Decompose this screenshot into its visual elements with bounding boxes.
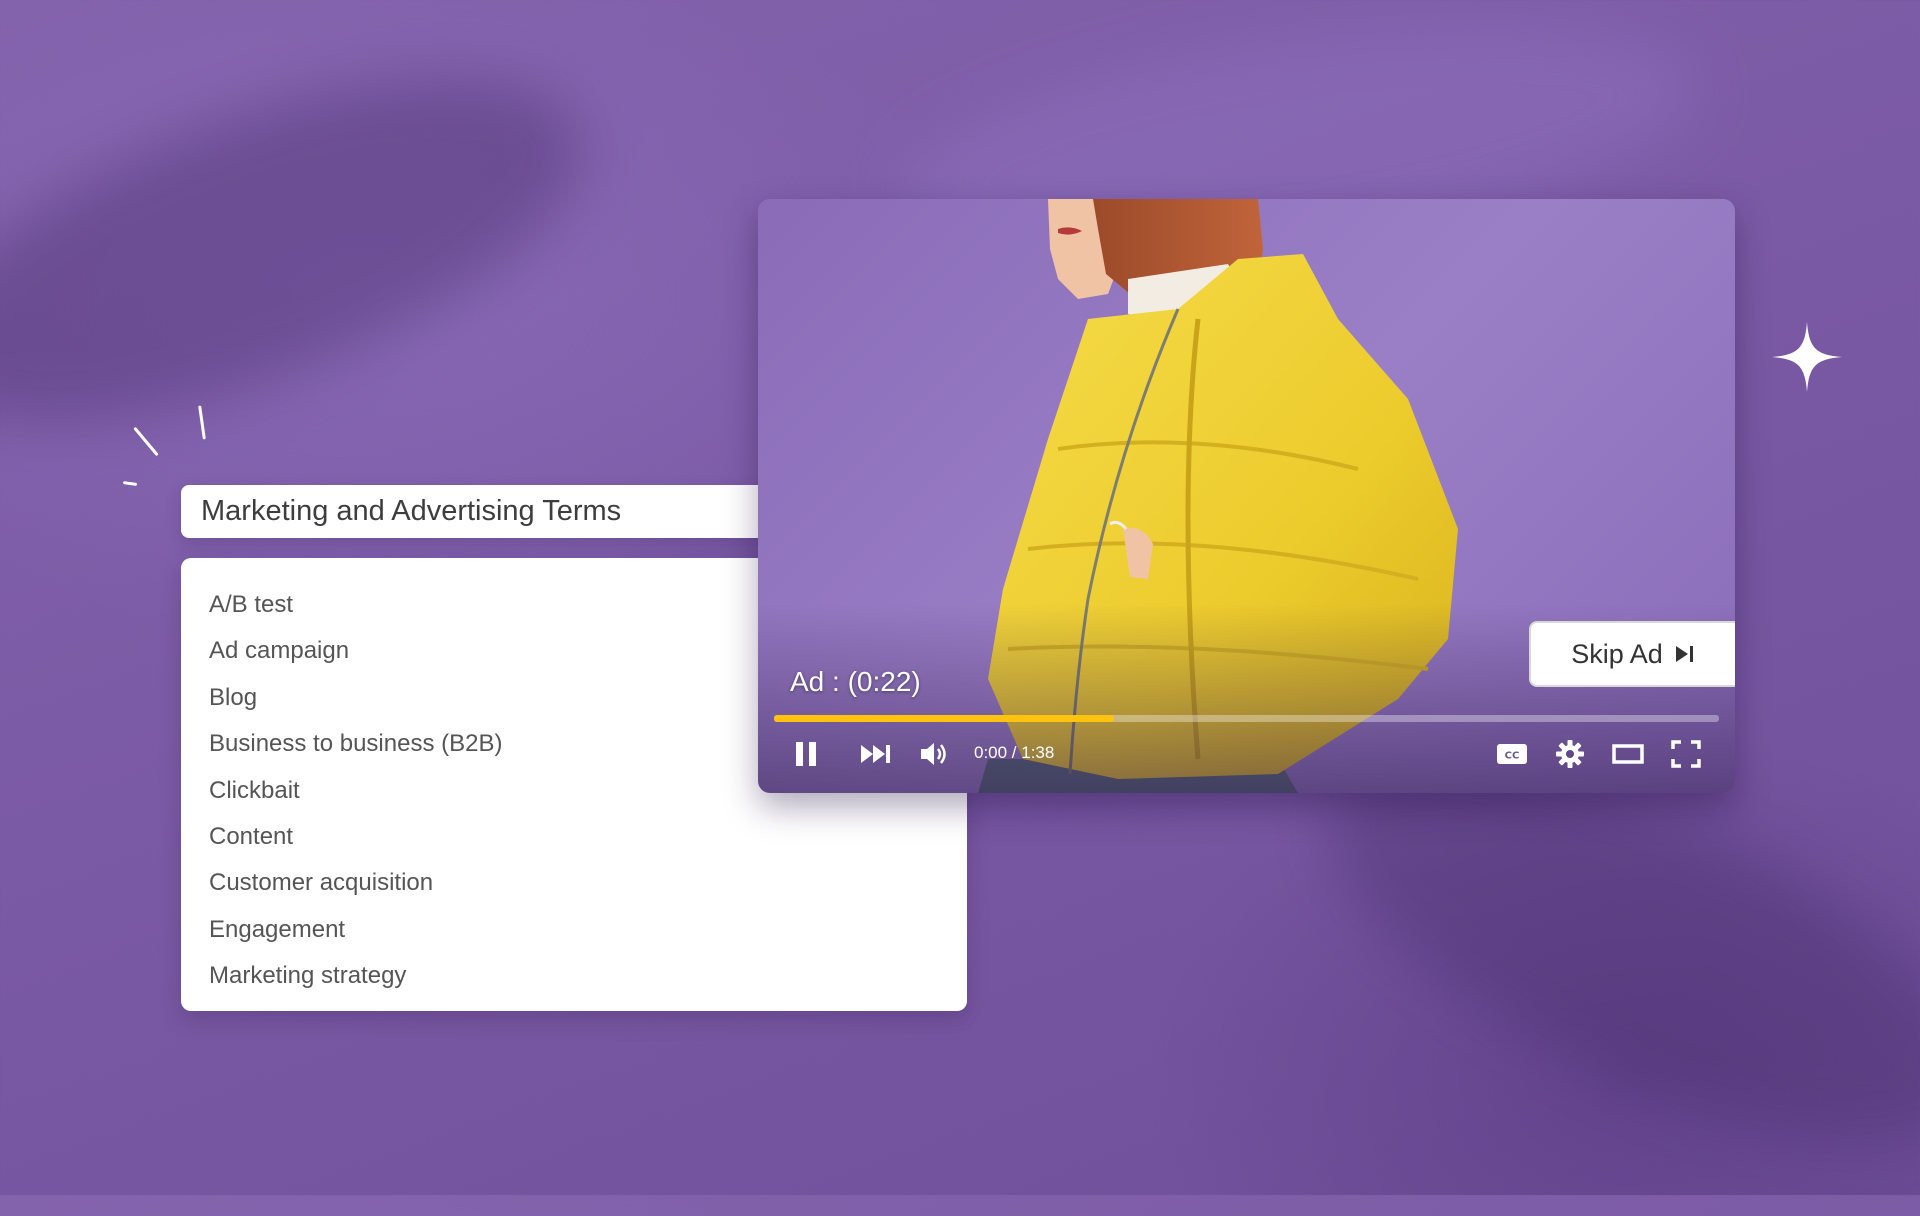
sparkle-line [122,481,138,486]
gear-icon [1556,740,1584,768]
sparkle-line [198,405,206,440]
theater-mode-icon [1612,744,1644,764]
captions-button[interactable]: CC [1492,729,1532,779]
volume-icon [921,743,946,765]
skip-ad-button[interactable]: Skip Ad [1529,621,1735,687]
skip-next-icon [1675,646,1693,662]
next-icon [861,745,890,763]
time-display: 0:00 / 1:38 [974,743,1055,762]
theater-mode-button[interactable] [1608,729,1648,779]
next-button[interactable] [854,729,898,779]
progress-fill [774,715,1115,722]
settings-button[interactable] [1550,729,1590,779]
volume-button[interactable] [914,729,954,779]
list-item[interactable]: Content [209,814,967,860]
svg-text:CC: CC [1505,751,1520,762]
skip-ad-label: Skip Ad [1571,638,1663,669]
fullscreen-icon [1671,740,1701,768]
star-icon [1772,322,1842,392]
video-player[interactable]: Ad : (0:22) Skip Ad 0:00 / 1:38 CC [758,199,1735,793]
background-fold [0,8,624,492]
player-controls: 0:00 / 1:38 CC [758,729,1735,779]
progress-bar[interactable] [774,715,1719,722]
fullscreen-button[interactable] [1666,729,1706,779]
list-item[interactable]: Engagement [209,907,967,953]
list-item[interactable]: Customer acquisition [209,860,967,906]
pause-button[interactable] [786,729,826,779]
pause-icon [796,742,816,766]
list-item[interactable]: Marketing strategy [209,953,967,999]
terms-title: Marketing and Advertising Terms [201,495,622,527]
terms-title-box: Marketing and Advertising Terms [181,485,781,538]
sparkle-line [133,426,159,457]
captions-icon: CC [1497,744,1527,764]
ad-timer: Ad : (0:22) [790,666,921,697]
